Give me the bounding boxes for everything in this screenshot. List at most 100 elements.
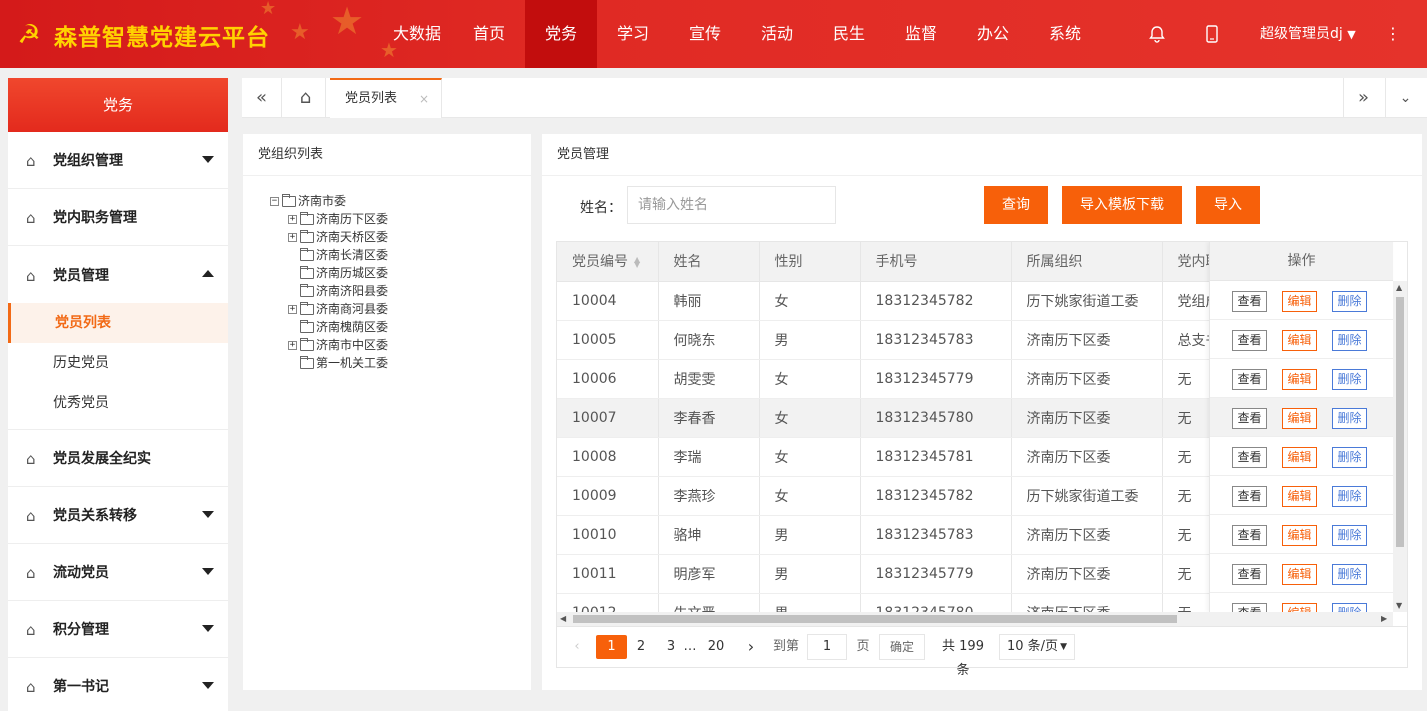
- page-current[interactable]: 1: [596, 635, 627, 659]
- tree-node[interactable]: 济南历城区委: [270, 264, 388, 282]
- nav-office[interactable]: 办公: [957, 0, 1029, 68]
- view-button[interactable]: 查看: [1232, 330, 1267, 351]
- sort-icon[interactable]: ▲ ▼: [634, 256, 640, 269]
- import-button[interactable]: 导入: [1196, 186, 1260, 224]
- nav-system[interactable]: 系统: [1029, 0, 1101, 68]
- scroll-left-icon[interactable]: «: [242, 78, 282, 118]
- next-page-icon[interactable]: ›: [745, 635, 757, 659]
- tree-node[interactable]: + 济南历下区委: [270, 210, 388, 228]
- nav-party-affairs[interactable]: 党务: [525, 0, 597, 68]
- tree-node[interactable]: 济南长清区委: [270, 246, 388, 264]
- sidebar-item-org[interactable]: ⌂ 党组织管理: [8, 132, 228, 189]
- table-row[interactable]: 10004 韩丽女 18312345782 历下姚家街道工委 党组成员: [557, 281, 1314, 321]
- nav-publicity[interactable]: 宣传: [669, 0, 741, 68]
- col-header-id[interactable]: 党员编号 ▲ ▼: [557, 242, 659, 282]
- scroll-left-icon[interactable]: ◀: [560, 614, 566, 623]
- view-button[interactable]: 查看: [1232, 408, 1267, 429]
- delete-button[interactable]: 删除: [1332, 369, 1367, 390]
- sidebar-sub-member-list[interactable]: 党员列表: [8, 303, 228, 343]
- expand-icon[interactable]: +: [288, 340, 297, 350]
- edit-button[interactable]: 编辑: [1282, 330, 1317, 351]
- view-button[interactable]: 查看: [1232, 369, 1267, 390]
- table-row[interactable]: 10007 李春香女 18312345780 济南历下区委无: [557, 398, 1314, 438]
- view-button[interactable]: 查看: [1232, 525, 1267, 546]
- sidebar-item-points[interactable]: ⌂ 积分管理: [8, 601, 228, 658]
- download-template-button[interactable]: 导入模板下载: [1062, 186, 1182, 224]
- query-button[interactable]: 查询: [984, 186, 1048, 224]
- scroll-right-icon[interactable]: »: [1343, 78, 1383, 118]
- scroll-up-icon[interactable]: ▲: [1396, 283, 1402, 292]
- chevron-down-icon[interactable]: ⌄: [1385, 78, 1425, 118]
- sidebar-item-secretary[interactable]: ⌂ 第一书记: [8, 658, 228, 711]
- goto-confirm-button[interactable]: 确定: [879, 634, 925, 660]
- expand-icon[interactable]: +: [288, 232, 297, 242]
- delete-button[interactable]: 删除: [1332, 330, 1367, 351]
- nav-livelihood[interactable]: 民生: [813, 0, 885, 68]
- page-link[interactable]: 2: [633, 635, 649, 659]
- edit-button[interactable]: 编辑: [1282, 564, 1317, 585]
- collapse-icon[interactable]: −: [270, 196, 279, 206]
- nav-activity[interactable]: 活动: [741, 0, 813, 68]
- user-menu[interactable]: 超级管理员dj ▼: [1260, 0, 1356, 68]
- table-row[interactable]: 10011 明彦军男 18312345779 济南历下区委无: [557, 554, 1314, 594]
- scroll-thumb[interactable]: [1396, 297, 1404, 547]
- per-page-select[interactable]: 10 条/页 ▼: [999, 634, 1075, 660]
- bell-icon[interactable]: [1148, 0, 1168, 68]
- edit-button[interactable]: 编辑: [1282, 369, 1317, 390]
- nav-bigdata[interactable]: 大数据: [381, 0, 453, 68]
- tree-root[interactable]: − 济南市委: [270, 192, 388, 210]
- sidebar-item-development[interactable]: ⌂ 党员发展全纪实: [8, 430, 228, 487]
- home-tab-icon[interactable]: ⌂: [286, 78, 326, 118]
- edit-button[interactable]: 编辑: [1282, 291, 1317, 312]
- mobile-icon[interactable]: [1205, 0, 1225, 68]
- vertical-scrollbar[interactable]: ▲ ▼: [1393, 281, 1407, 612]
- scroll-thumb[interactable]: [573, 615, 1177, 623]
- sidebar-item-transfer[interactable]: ⌂ 党员关系转移: [8, 487, 228, 544]
- tree-node[interactable]: + 济南商河县委: [270, 300, 388, 318]
- nav-supervision[interactable]: 监督: [885, 0, 957, 68]
- view-button[interactable]: 查看: [1232, 447, 1267, 468]
- sidebar-item-mobile[interactable]: ⌂ 流动党员: [8, 544, 228, 601]
- view-button[interactable]: 查看: [1232, 486, 1267, 507]
- expand-icon[interactable]: +: [288, 214, 297, 224]
- delete-button[interactable]: 删除: [1332, 486, 1367, 507]
- tree-node[interactable]: + 济南市中区委: [270, 336, 388, 354]
- expand-icon[interactable]: +: [288, 304, 297, 314]
- goto-page-input[interactable]: 1: [807, 634, 847, 660]
- edit-button[interactable]: 编辑: [1282, 408, 1317, 429]
- edit-button[interactable]: 编辑: [1282, 447, 1317, 468]
- delete-button[interactable]: 删除: [1332, 525, 1367, 546]
- tree-node[interactable]: 济南济阳县委: [270, 282, 388, 300]
- close-icon[interactable]: ×: [419, 80, 429, 118]
- nav-study[interactable]: 学习: [597, 0, 669, 68]
- table-row[interactable]: 10005 何晓东男 18312345783 济南历下区委 总支书记: [557, 320, 1314, 360]
- edit-button[interactable]: 编辑: [1282, 486, 1317, 507]
- tab-member-list[interactable]: 党员列表 ×: [330, 78, 442, 118]
- view-button[interactable]: 查看: [1232, 291, 1267, 312]
- nav-home[interactable]: 首页: [453, 0, 525, 68]
- table-row[interactable]: 10006 胡雯雯女 18312345779 济南历下区委无: [557, 359, 1314, 399]
- horizontal-scrollbar[interactable]: ◀ ▶: [557, 612, 1393, 626]
- view-button[interactable]: 查看: [1232, 564, 1267, 585]
- prev-page-icon[interactable]: ‹: [571, 635, 583, 659]
- scroll-right-icon[interactable]: ▶: [1381, 614, 1387, 623]
- page-link[interactable]: 3: [663, 635, 679, 659]
- page-link[interactable]: 20: [705, 635, 727, 659]
- name-search-input[interactable]: [627, 186, 836, 224]
- table-row[interactable]: 10009 李燕珍女 18312345782 历下姚家街道工委无: [557, 476, 1314, 516]
- sidebar-item-posts[interactable]: ⌂ 党内职务管理: [8, 189, 228, 246]
- delete-button[interactable]: 删除: [1332, 564, 1367, 585]
- logo[interactable]: ☭ 森普智慧党建云平台: [14, 18, 270, 52]
- scroll-down-icon[interactable]: ▼: [1396, 601, 1402, 610]
- table-row[interactable]: 10008 李瑞女 18312345781 济南历下区委无: [557, 437, 1314, 477]
- delete-button[interactable]: 删除: [1332, 408, 1367, 429]
- edit-button[interactable]: 编辑: [1282, 525, 1317, 546]
- delete-button[interactable]: 删除: [1332, 447, 1367, 468]
- tree-node[interactable]: + 济南天桥区委: [270, 228, 388, 246]
- table-row[interactable]: 10010 骆坤男 18312345783 济南历下区委无: [557, 515, 1314, 555]
- more-vertical-icon[interactable]: ⋮: [1385, 0, 1401, 68]
- tree-node[interactable]: 第一机关工委: [270, 354, 388, 372]
- sidebar-sub-excellent[interactable]: 优秀党员: [8, 383, 228, 423]
- sidebar-sub-history[interactable]: 历史党员: [8, 343, 228, 383]
- delete-button[interactable]: 删除: [1332, 291, 1367, 312]
